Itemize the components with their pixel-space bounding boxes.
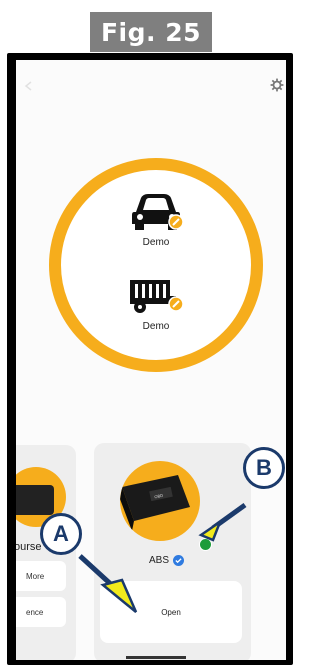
annotation-a: A xyxy=(40,513,82,555)
abs-function-card[interactable]: OBD ABS Open xyxy=(94,443,251,660)
status-indicator xyxy=(199,538,212,551)
card-title: ourse xyxy=(16,541,42,553)
vehicle-label: Demo xyxy=(142,237,170,248)
app-screen: Demo Demo ourse More ence OBD ABS Open xyxy=(16,60,286,660)
vehicle-item-truck[interactable]: Demo xyxy=(61,276,251,332)
verified-check-icon xyxy=(173,555,185,566)
car-icon xyxy=(132,194,184,230)
back-icon[interactable] xyxy=(24,78,34,91)
figure-label: Fig. 25 xyxy=(90,12,212,52)
vehicle-label: Demo xyxy=(142,321,170,332)
obd-device-image: OBD xyxy=(120,461,200,541)
open-button[interactable]: Open xyxy=(100,581,242,643)
vehicle-item-car[interactable]: Demo xyxy=(61,188,251,248)
more-button[interactable]: More xyxy=(16,561,66,591)
card-title-row: ABS xyxy=(149,555,185,566)
annotation-b: B xyxy=(243,447,285,489)
home-indicator xyxy=(126,656,186,659)
card-title: ABS xyxy=(149,555,170,566)
truck-trailer-icon xyxy=(130,280,184,313)
device-button[interactable]: ence xyxy=(16,597,66,627)
vehicle-selector-ring: Demo Demo xyxy=(49,158,263,372)
gear-icon[interactable] xyxy=(270,78,284,92)
